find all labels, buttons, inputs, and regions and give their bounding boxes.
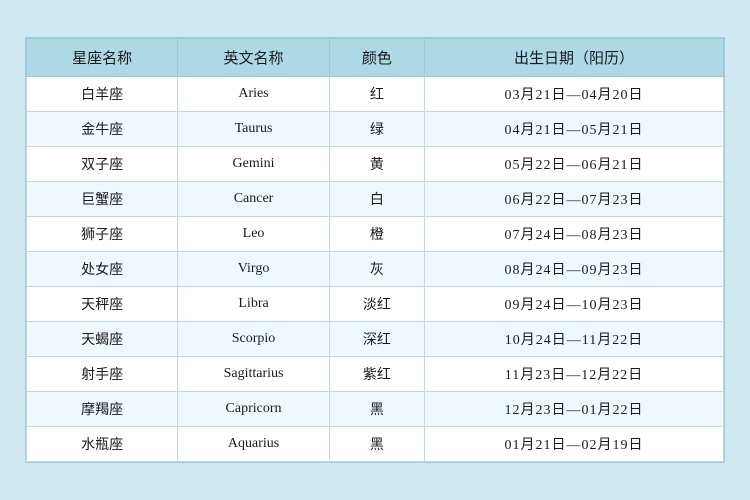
cell-color: 黑	[329, 427, 424, 462]
cell-color: 黑	[329, 392, 424, 427]
cell-english-name: Sagittarius	[178, 357, 329, 392]
table-row: 射手座Sagittarius紫红11月23日—12月22日	[27, 357, 724, 392]
cell-color: 淡红	[329, 287, 424, 322]
cell-dates: 09月24日—10月23日	[425, 287, 724, 322]
cell-color: 灰	[329, 252, 424, 287]
header-color: 颜色	[329, 39, 424, 77]
cell-dates: 05月22日—06月21日	[425, 147, 724, 182]
table-header-row: 星座名称 英文名称 颜色 出生日期（阳历）	[27, 39, 724, 77]
cell-dates: 01月21日—02月19日	[425, 427, 724, 462]
cell-chinese-name: 水瓶座	[27, 427, 178, 462]
table-row: 水瓶座Aquarius黑01月21日—02月19日	[27, 427, 724, 462]
cell-dates: 03月21日—04月20日	[425, 77, 724, 112]
cell-chinese-name: 狮子座	[27, 217, 178, 252]
cell-english-name: Virgo	[178, 252, 329, 287]
cell-color: 黄	[329, 147, 424, 182]
zodiac-table: 星座名称 英文名称 颜色 出生日期（阳历） 白羊座Aries红03月21日—04…	[26, 38, 724, 462]
cell-color: 绿	[329, 112, 424, 147]
cell-color: 深红	[329, 322, 424, 357]
table-row: 金牛座Taurus绿04月21日—05月21日	[27, 112, 724, 147]
table-row: 巨蟹座Cancer白06月22日—07月23日	[27, 182, 724, 217]
cell-dates: 07月24日—08月23日	[425, 217, 724, 252]
cell-english-name: Aquarius	[178, 427, 329, 462]
table-body: 白羊座Aries红03月21日—04月20日金牛座Taurus绿04月21日—0…	[27, 77, 724, 462]
cell-english-name: Scorpio	[178, 322, 329, 357]
table-row: 双子座Gemini黄05月22日—06月21日	[27, 147, 724, 182]
header-english-name: 英文名称	[178, 39, 329, 77]
cell-chinese-name: 巨蟹座	[27, 182, 178, 217]
zodiac-table-container: 星座名称 英文名称 颜色 出生日期（阳历） 白羊座Aries红03月21日—04…	[25, 37, 725, 463]
cell-chinese-name: 白羊座	[27, 77, 178, 112]
header-chinese-name: 星座名称	[27, 39, 178, 77]
cell-dates: 11月23日—12月22日	[425, 357, 724, 392]
cell-chinese-name: 天蝎座	[27, 322, 178, 357]
table-row: 天秤座Libra淡红09月24日—10月23日	[27, 287, 724, 322]
cell-chinese-name: 双子座	[27, 147, 178, 182]
cell-color: 红	[329, 77, 424, 112]
cell-english-name: Capricorn	[178, 392, 329, 427]
table-row: 摩羯座Capricorn黑12月23日—01月22日	[27, 392, 724, 427]
cell-dates: 12月23日—01月22日	[425, 392, 724, 427]
cell-chinese-name: 处女座	[27, 252, 178, 287]
cell-english-name: Gemini	[178, 147, 329, 182]
cell-chinese-name: 射手座	[27, 357, 178, 392]
cell-english-name: Leo	[178, 217, 329, 252]
header-birth-date: 出生日期（阳历）	[425, 39, 724, 77]
table-row: 白羊座Aries红03月21日—04月20日	[27, 77, 724, 112]
cell-english-name: Libra	[178, 287, 329, 322]
cell-english-name: Cancer	[178, 182, 329, 217]
cell-english-name: Aries	[178, 77, 329, 112]
cell-chinese-name: 金牛座	[27, 112, 178, 147]
cell-chinese-name: 摩羯座	[27, 392, 178, 427]
table-row: 狮子座Leo橙07月24日—08月23日	[27, 217, 724, 252]
cell-dates: 08月24日—09月23日	[425, 252, 724, 287]
table-row: 处女座Virgo灰08月24日—09月23日	[27, 252, 724, 287]
cell-english-name: Taurus	[178, 112, 329, 147]
cell-color: 白	[329, 182, 424, 217]
cell-chinese-name: 天秤座	[27, 287, 178, 322]
cell-dates: 04月21日—05月21日	[425, 112, 724, 147]
cell-dates: 10月24日—11月22日	[425, 322, 724, 357]
cell-dates: 06月22日—07月23日	[425, 182, 724, 217]
table-row: 天蝎座Scorpio深红10月24日—11月22日	[27, 322, 724, 357]
cell-color: 橙	[329, 217, 424, 252]
cell-color: 紫红	[329, 357, 424, 392]
